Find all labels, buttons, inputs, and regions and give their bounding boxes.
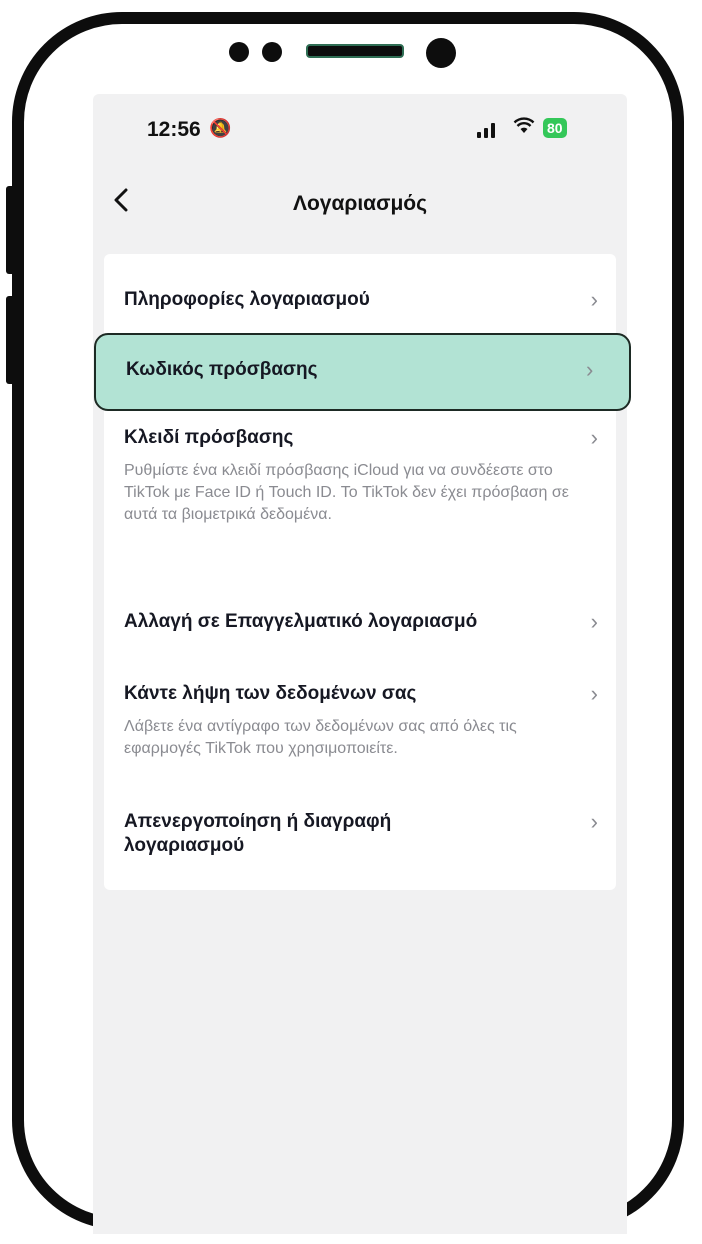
list-item-title: Κλειδί πρόσβασης	[124, 427, 294, 448]
list-item-title: Κάντε λήψη των δεδομένων σας	[124, 683, 417, 704]
list-item-passkey[interactable]: Κλειδί πρόσβασης Ρυθμίστε ένα κλειδί πρό…	[124, 426, 598, 526]
chevron-right-icon: ›	[590, 287, 598, 312]
list-item-title: Κωδικός πρόσβασης	[126, 359, 318, 380]
list-item-title: Πληροφορίες λογαριασμού	[124, 289, 370, 310]
speaker-grill	[306, 44, 404, 58]
camera-dot	[262, 42, 282, 62]
app-screen: 12:56 🔕 80 Λογαριασμός Πληροφορίες λογαρ…	[93, 94, 627, 1234]
camera-dot	[229, 42, 249, 62]
list-item-download-data[interactable]: Κάντε λήψη των δεδομένων σας Λάβετε ένα …	[124, 682, 598, 760]
list-item-account-info[interactable]: Πληροφορίες λογαριασμού ›	[124, 288, 598, 312]
chevron-right-icon: ›	[586, 357, 594, 382]
chevron-right-icon: ›	[590, 609, 598, 634]
list-item-switch-business[interactable]: Αλλαγή σε Επαγγελματικό λογαριασμό ›	[124, 610, 598, 634]
list-item-description: Λάβετε ένα αντίγραφο των δεδομένων σας α…	[124, 718, 517, 757]
navigation-bar: Λογαριασμός	[93, 180, 627, 230]
chevron-right-icon: ›	[590, 425, 598, 450]
chevron-right-icon: ›	[590, 809, 598, 834]
list-item-password[interactable]: Κωδικός πρόσβασης ›	[94, 333, 631, 411]
status-time: 12:56	[147, 118, 201, 141]
front-camera	[426, 38, 456, 68]
status-bar: 12:56 🔕 80	[93, 94, 627, 174]
list-item-title: Απενεργοποίηση ή διαγραφή λογαριασμού	[124, 811, 392, 856]
chevron-right-icon: ›	[590, 681, 598, 706]
list-item-title: Αλλαγή σε Επαγγελματικό λογαριασμό	[124, 611, 478, 632]
page-title: Λογαριασμός	[292, 192, 428, 215]
list-item-description: Ρυθμίστε ένα κλειδί πρόσβασης iCloud για…	[124, 462, 569, 523]
cellular-signal-icon	[477, 122, 495, 138]
battery-indicator: 80	[543, 118, 567, 138]
list-item-deactivate-delete[interactable]: Απενεργοποίηση ή διαγραφή λογαριασμού ›	[124, 810, 598, 858]
bell-muted-icon: 🔕	[209, 118, 232, 138]
wifi-icon	[513, 116, 535, 139]
